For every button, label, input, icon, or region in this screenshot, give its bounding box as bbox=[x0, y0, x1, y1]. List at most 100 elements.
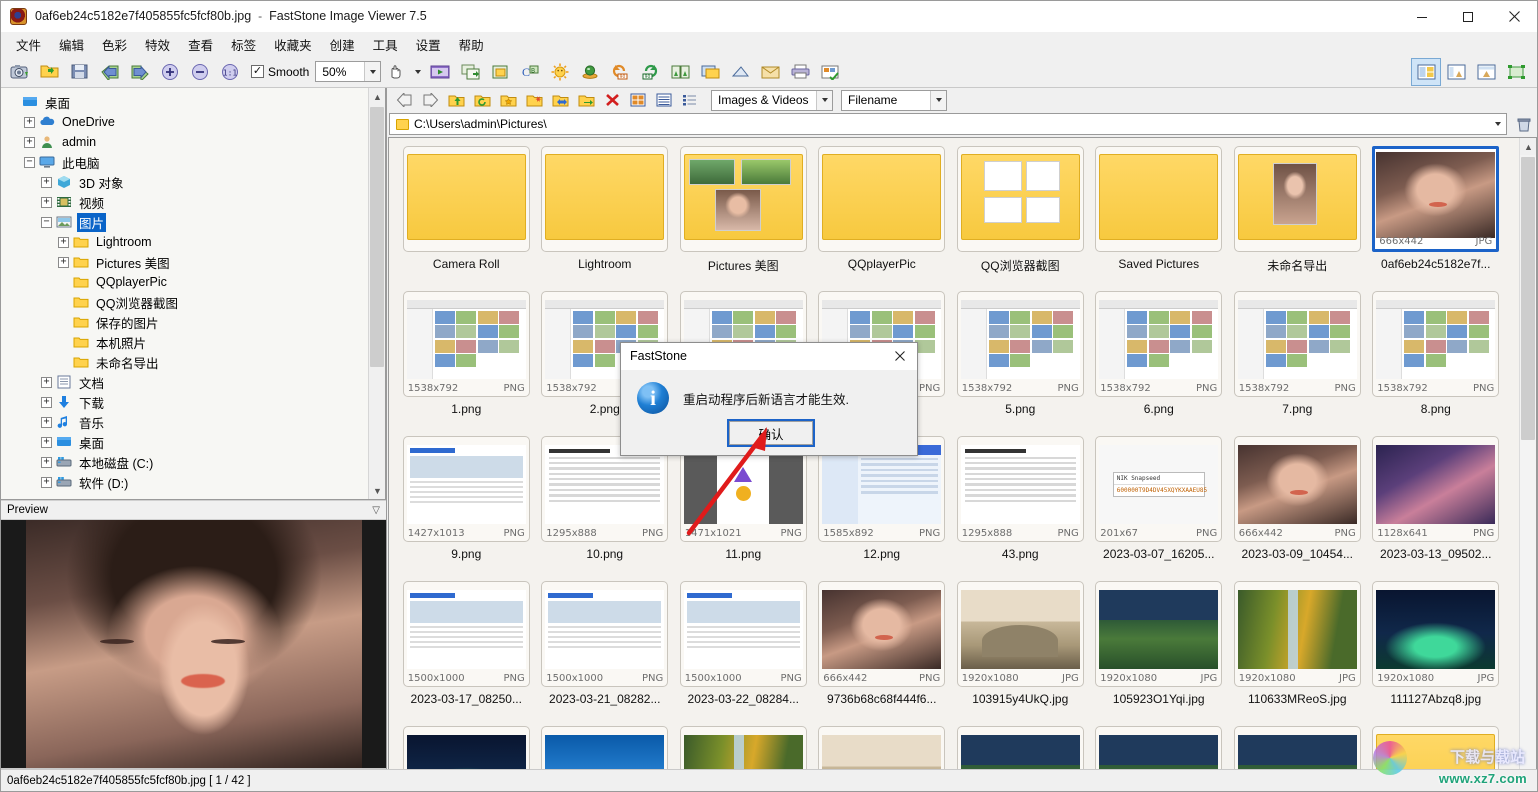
move-to-folder-icon[interactable] bbox=[573, 89, 599, 111]
thumbnail-item[interactable]: 666x442 PNG bbox=[1233, 436, 1361, 542]
email-icon[interactable] bbox=[755, 58, 785, 86]
thumbnail-item[interactable]: 1128x641 PNG bbox=[1372, 436, 1500, 542]
thumbnail-cell[interactable]: 666x442 PNG 9736b68c68f444f6... bbox=[813, 581, 952, 726]
delete-icon[interactable] bbox=[599, 89, 625, 111]
expand-toggle-icon[interactable]: + bbox=[24, 116, 35, 128]
menu-tags[interactable]: 标签 bbox=[222, 32, 265, 57]
chevron-collapse-icon[interactable]: ▽ bbox=[372, 505, 380, 516]
menu-tools[interactable]: 工具 bbox=[364, 32, 407, 57]
compare-icon[interactable] bbox=[665, 58, 695, 86]
thumbnail-cell[interactable]: 1471x1021 PNG 11.png bbox=[674, 436, 813, 581]
thumbnail-grid-scrollbar[interactable]: ▲ bbox=[1519, 138, 1536, 769]
copy-to-folder-icon[interactable] bbox=[547, 89, 573, 111]
faststone-message-dialog[interactable]: FastStone i 重启动程序后新语言才能生效. 确认 bbox=[620, 342, 918, 456]
tree-node-1[interactable]: + OneDrive bbox=[7, 112, 385, 132]
thumbnail-cell[interactable]: QQplayerPic bbox=[813, 146, 952, 291]
thumbnail-item[interactable] bbox=[818, 146, 946, 252]
expand-toggle-icon[interactable]: + bbox=[41, 436, 52, 448]
expand-toggle-icon[interactable]: + bbox=[41, 476, 52, 488]
tree-node-11[interactable]: 保存的图片 bbox=[7, 312, 385, 332]
minimize-icon[interactable] bbox=[1399, 1, 1445, 32]
collapse-toggle-icon[interactable]: − bbox=[41, 216, 52, 228]
thumbnail-item[interactable]: 1920x1080 JPG bbox=[1233, 581, 1361, 687]
text-icon[interactable]: CB bbox=[515, 58, 545, 86]
tree-node-7[interactable]: + Lightroom bbox=[7, 232, 385, 252]
chevron-down-icon[interactable] bbox=[816, 90, 832, 110]
thumbnail-item[interactable]: 1295x888 PNG bbox=[956, 436, 1084, 542]
thumbnail-cell[interactable]: 1538x792 PNG 8.png bbox=[1367, 291, 1506, 436]
thumbnail-item[interactable] bbox=[541, 146, 669, 252]
tree-node-12[interactable]: 本机照片 bbox=[7, 332, 385, 352]
thumbnail-item[interactable]: 1920x1080 JPG bbox=[1095, 581, 1223, 687]
scrollbar-thumb[interactable] bbox=[1521, 157, 1535, 440]
thumbnail-item[interactable]: 1920x1080 JPG bbox=[1372, 581, 1500, 687]
tree-node-13[interactable]: 未命名导出 bbox=[7, 352, 385, 372]
tree-node-0[interactable]: 桌面 bbox=[7, 92, 385, 112]
thumbnail-item[interactable]: 1538x792 PNG bbox=[1233, 291, 1361, 397]
thumbnail-item[interactable] bbox=[1372, 726, 1500, 769]
thumbnail-item[interactable]: 666x442 PNG bbox=[818, 581, 946, 687]
thumbnail-cell[interactable]: 1920x1080 JPG 111127Abzq8.jpg bbox=[1367, 581, 1506, 726]
thumbnail-cell[interactable] bbox=[397, 726, 536, 769]
expand-toggle-icon[interactable]: + bbox=[41, 196, 52, 208]
tree-node-8[interactable]: + Pictures 美图 bbox=[7, 252, 385, 272]
thumbnail-cell[interactable]: 1920x1080 JPG 110633MReoS.jpg bbox=[1228, 581, 1367, 726]
expand-toggle-icon[interactable]: + bbox=[41, 416, 52, 428]
new-folder-icon[interactable] bbox=[521, 89, 547, 111]
menu-settings[interactable]: 设置 bbox=[407, 32, 450, 57]
scroll-down-icon[interactable]: ▼ bbox=[369, 482, 385, 499]
scroll-up-icon[interactable]: ▲ bbox=[1520, 138, 1536, 155]
thumbnail-cell[interactable]: 1585x892 PNG 12.png bbox=[813, 436, 952, 581]
thumbnail-item[interactable] bbox=[1095, 146, 1223, 252]
hand-tool-icon[interactable] bbox=[381, 58, 411, 86]
print-icon[interactable] bbox=[785, 58, 815, 86]
dialog-ok-button[interactable]: 确认 bbox=[727, 419, 815, 447]
fullscreen-icon[interactable] bbox=[1501, 58, 1531, 86]
rotate-right-icon[interactable]: 90 bbox=[635, 58, 665, 86]
tree-node-9[interactable]: QQplayerPic bbox=[7, 272, 385, 292]
sort-by-combobox[interactable]: Filename bbox=[841, 89, 947, 111]
address-bar[interactable]: C:\Users\admin\Pictures\ bbox=[389, 113, 1507, 135]
thumbnail-item[interactable]: 1538x792 PNG bbox=[402, 291, 530, 397]
expand-toggle-icon[interactable]: + bbox=[41, 456, 52, 468]
expand-toggle-icon[interactable]: + bbox=[41, 396, 52, 408]
thumbnail-cell[interactable]: 1500x1000 PNG 2023-03-21_08282... bbox=[536, 581, 675, 726]
thumbnail-view-icon[interactable] bbox=[1411, 57, 1441, 86]
file-type-filter-combobox[interactable]: Images & Videos bbox=[711, 89, 833, 111]
maximize-icon[interactable] bbox=[1445, 1, 1491, 32]
thumbnail-item[interactable] bbox=[1095, 726, 1223, 769]
back-icon[interactable] bbox=[391, 89, 417, 111]
thumbnail-item[interactable]: 1538x792 PNG bbox=[1095, 291, 1223, 397]
chevron-down-icon[interactable] bbox=[1490, 114, 1506, 134]
expand-toggle-icon[interactable]: + bbox=[58, 256, 69, 268]
resize-icon[interactable] bbox=[455, 58, 485, 86]
thumbnail-item[interactable] bbox=[1233, 726, 1361, 769]
window-icon[interactable] bbox=[695, 58, 725, 86]
menu-view[interactable]: 查看 bbox=[179, 32, 222, 57]
slideshow-icon[interactable] bbox=[425, 58, 455, 86]
expand-toggle-icon[interactable]: + bbox=[41, 376, 52, 388]
zoom-level-combobox[interactable]: 50% bbox=[315, 61, 382, 82]
chevron-down-icon[interactable] bbox=[930, 90, 946, 110]
thumbnail-cell[interactable]: 1920x1080 JPG 103915y4UkQ.jpg bbox=[951, 581, 1090, 726]
favorite-folder-icon[interactable] bbox=[495, 89, 521, 111]
tree-node-18[interactable]: + 本地磁盘 (C:) bbox=[7, 452, 385, 472]
thumbnail-selected[interactable]: 666x442 JPG bbox=[1372, 146, 1500, 252]
thumbnail-cell[interactable]: 1538x792 PNG 6.png bbox=[1090, 291, 1229, 436]
thumbnail-cell[interactable]: 1500x1000 PNG 2023-03-22_08284... bbox=[674, 581, 813, 726]
screen-capture-icon[interactable] bbox=[5, 58, 35, 86]
thumbnail-item[interactable]: 1500x1000 PNG bbox=[541, 581, 669, 687]
rotate-left-icon[interactable]: 90 bbox=[605, 58, 635, 86]
thumbnail-item[interactable] bbox=[679, 146, 807, 252]
thumbnail-cell[interactable] bbox=[813, 726, 952, 769]
thumbnail-cell[interactable]: 666x442 PNG 2023-03-09_10454... bbox=[1228, 436, 1367, 581]
folder-tree-scrollbar[interactable]: ▲ ▼ bbox=[368, 88, 385, 499]
menu-effects[interactable]: 特效 bbox=[136, 32, 179, 57]
smooth-checkbox[interactable]: ✓ Smooth bbox=[251, 65, 309, 79]
batch-convert-icon[interactable] bbox=[815, 58, 845, 86]
thumbnail-cell[interactable]: NIK Snapseed 600000T9D4DV45XQYKXAAEU85 201… bbox=[1090, 436, 1229, 581]
thumbnail-cell[interactable]: Saved Pictures bbox=[1090, 146, 1229, 291]
zoom-out-icon[interactable] bbox=[185, 58, 215, 86]
scrollbar-thumb[interactable] bbox=[370, 107, 384, 367]
collapse-toggle-icon[interactable]: − bbox=[24, 156, 35, 168]
